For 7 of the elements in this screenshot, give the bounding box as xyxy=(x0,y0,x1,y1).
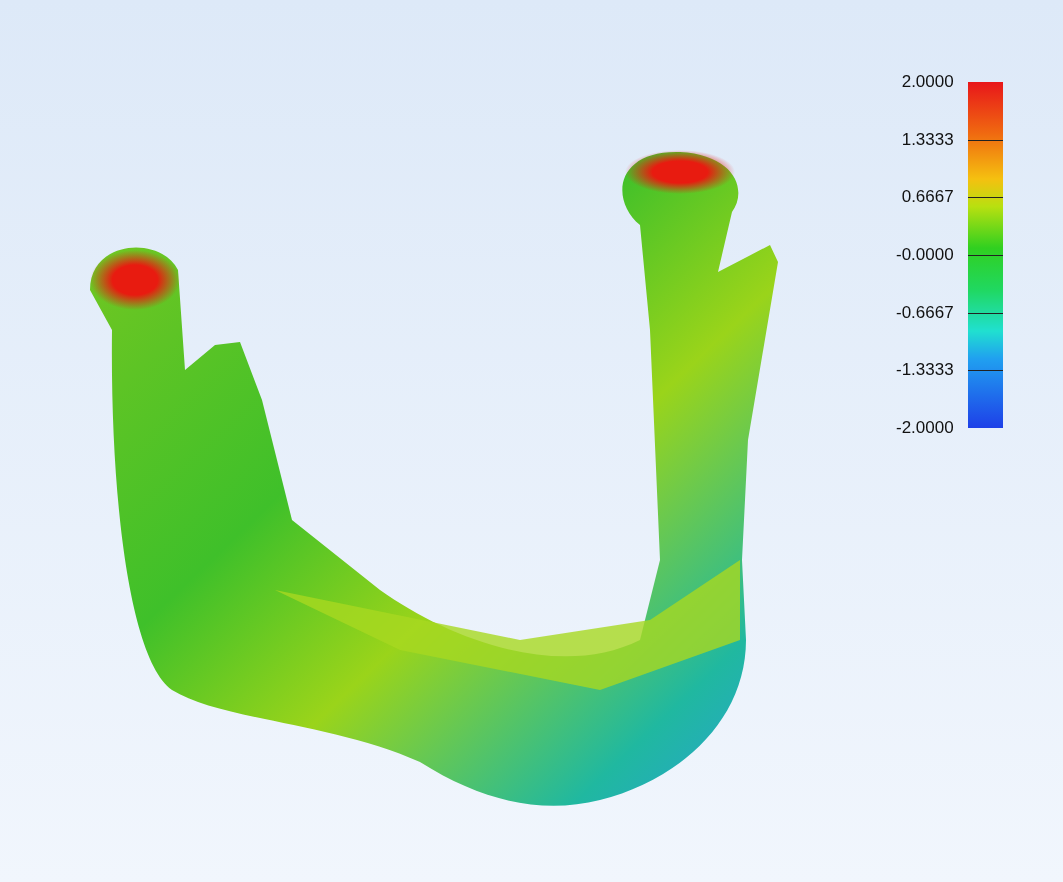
scale-label: -0.0000 xyxy=(896,244,954,265)
scale-label: 2.0000 xyxy=(901,72,954,92)
scale-label: -1.3333 xyxy=(896,360,954,381)
scale-label: -2.0000 xyxy=(896,417,954,438)
scale-label: 1.3333 xyxy=(901,129,954,150)
scale-label: 0.6667 xyxy=(901,187,954,208)
scale-label: -0.6667 xyxy=(896,302,954,323)
